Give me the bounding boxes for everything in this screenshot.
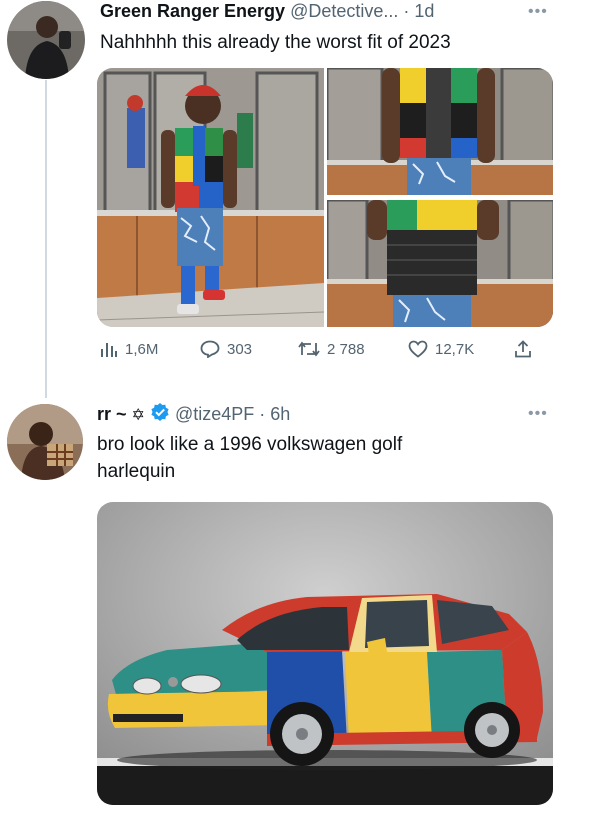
like-count: 12,7K (435, 340, 475, 358)
photo-elevator-full-outfit[interactable] (97, 68, 324, 327)
tweet1-timestamp[interactable]: · 1d (403, 1, 434, 21)
tweet1-text: Nahhhhh this already the worst fit of 20… (100, 32, 451, 53)
more-icon[interactable]: ••• (528, 405, 548, 423)
avatar-rr[interactable] (7, 404, 83, 480)
tweet1-engagement-bar: 1,6M 303 2 788 12,7K (100, 340, 550, 358)
retweet-icon (298, 341, 320, 357)
heart-icon (408, 340, 428, 358)
reply-count: 303 (227, 340, 253, 358)
views-count: 1,6M (125, 340, 159, 358)
tweet2-handle[interactable]: @tize4PF (175, 404, 254, 424)
share-icon (515, 340, 531, 358)
tweet1-display-name[interactable]: Green Ranger Energy (100, 1, 285, 21)
views-metric[interactable]: 1,6M (100, 340, 200, 358)
reply-metric[interactable]: 303 (200, 340, 298, 358)
more-icon[interactable]: ••• (528, 3, 548, 21)
retweet-count: 2 788 (327, 340, 365, 358)
tweet2-name-symbol: ✡ (131, 407, 145, 424)
avatar-green-ranger[interactable] (7, 1, 85, 79)
photo-harlequin-golf-car[interactable] (97, 502, 553, 805)
tweet2-text-line2: harlequin (97, 461, 176, 482)
avatar-image (7, 404, 83, 480)
reply-icon (200, 340, 220, 358)
bar-chart-icon (101, 343, 117, 357)
share-metric[interactable] (514, 340, 532, 358)
tweet2-timestamp[interactable]: · 6h (259, 404, 290, 424)
tweet1-handle[interactable]: @Detective... (290, 1, 398, 21)
tweet2-text-line1: bro look like a 1996 volkswagen golf (97, 434, 403, 455)
tweet2-display-name[interactable]: rr ~ (97, 404, 127, 424)
like-metric[interactable]: 12,7K (408, 340, 508, 358)
tweet1-header: Green Ranger Energy @Detective... · 1d (100, 1, 434, 22)
verified-badge-icon (151, 403, 169, 421)
avatar-image (7, 1, 85, 79)
tweet2-header: rr ~ ✡ @tize4PF · 6h (97, 402, 290, 425)
photo-vest-closeup-bottom[interactable] (327, 200, 553, 327)
retweet-metric[interactable]: 2 788 (298, 340, 408, 358)
tweet1-media-grid (97, 68, 553, 327)
thread-connector-line (45, 80, 47, 398)
photo-vest-closeup-top[interactable] (327, 68, 553, 195)
